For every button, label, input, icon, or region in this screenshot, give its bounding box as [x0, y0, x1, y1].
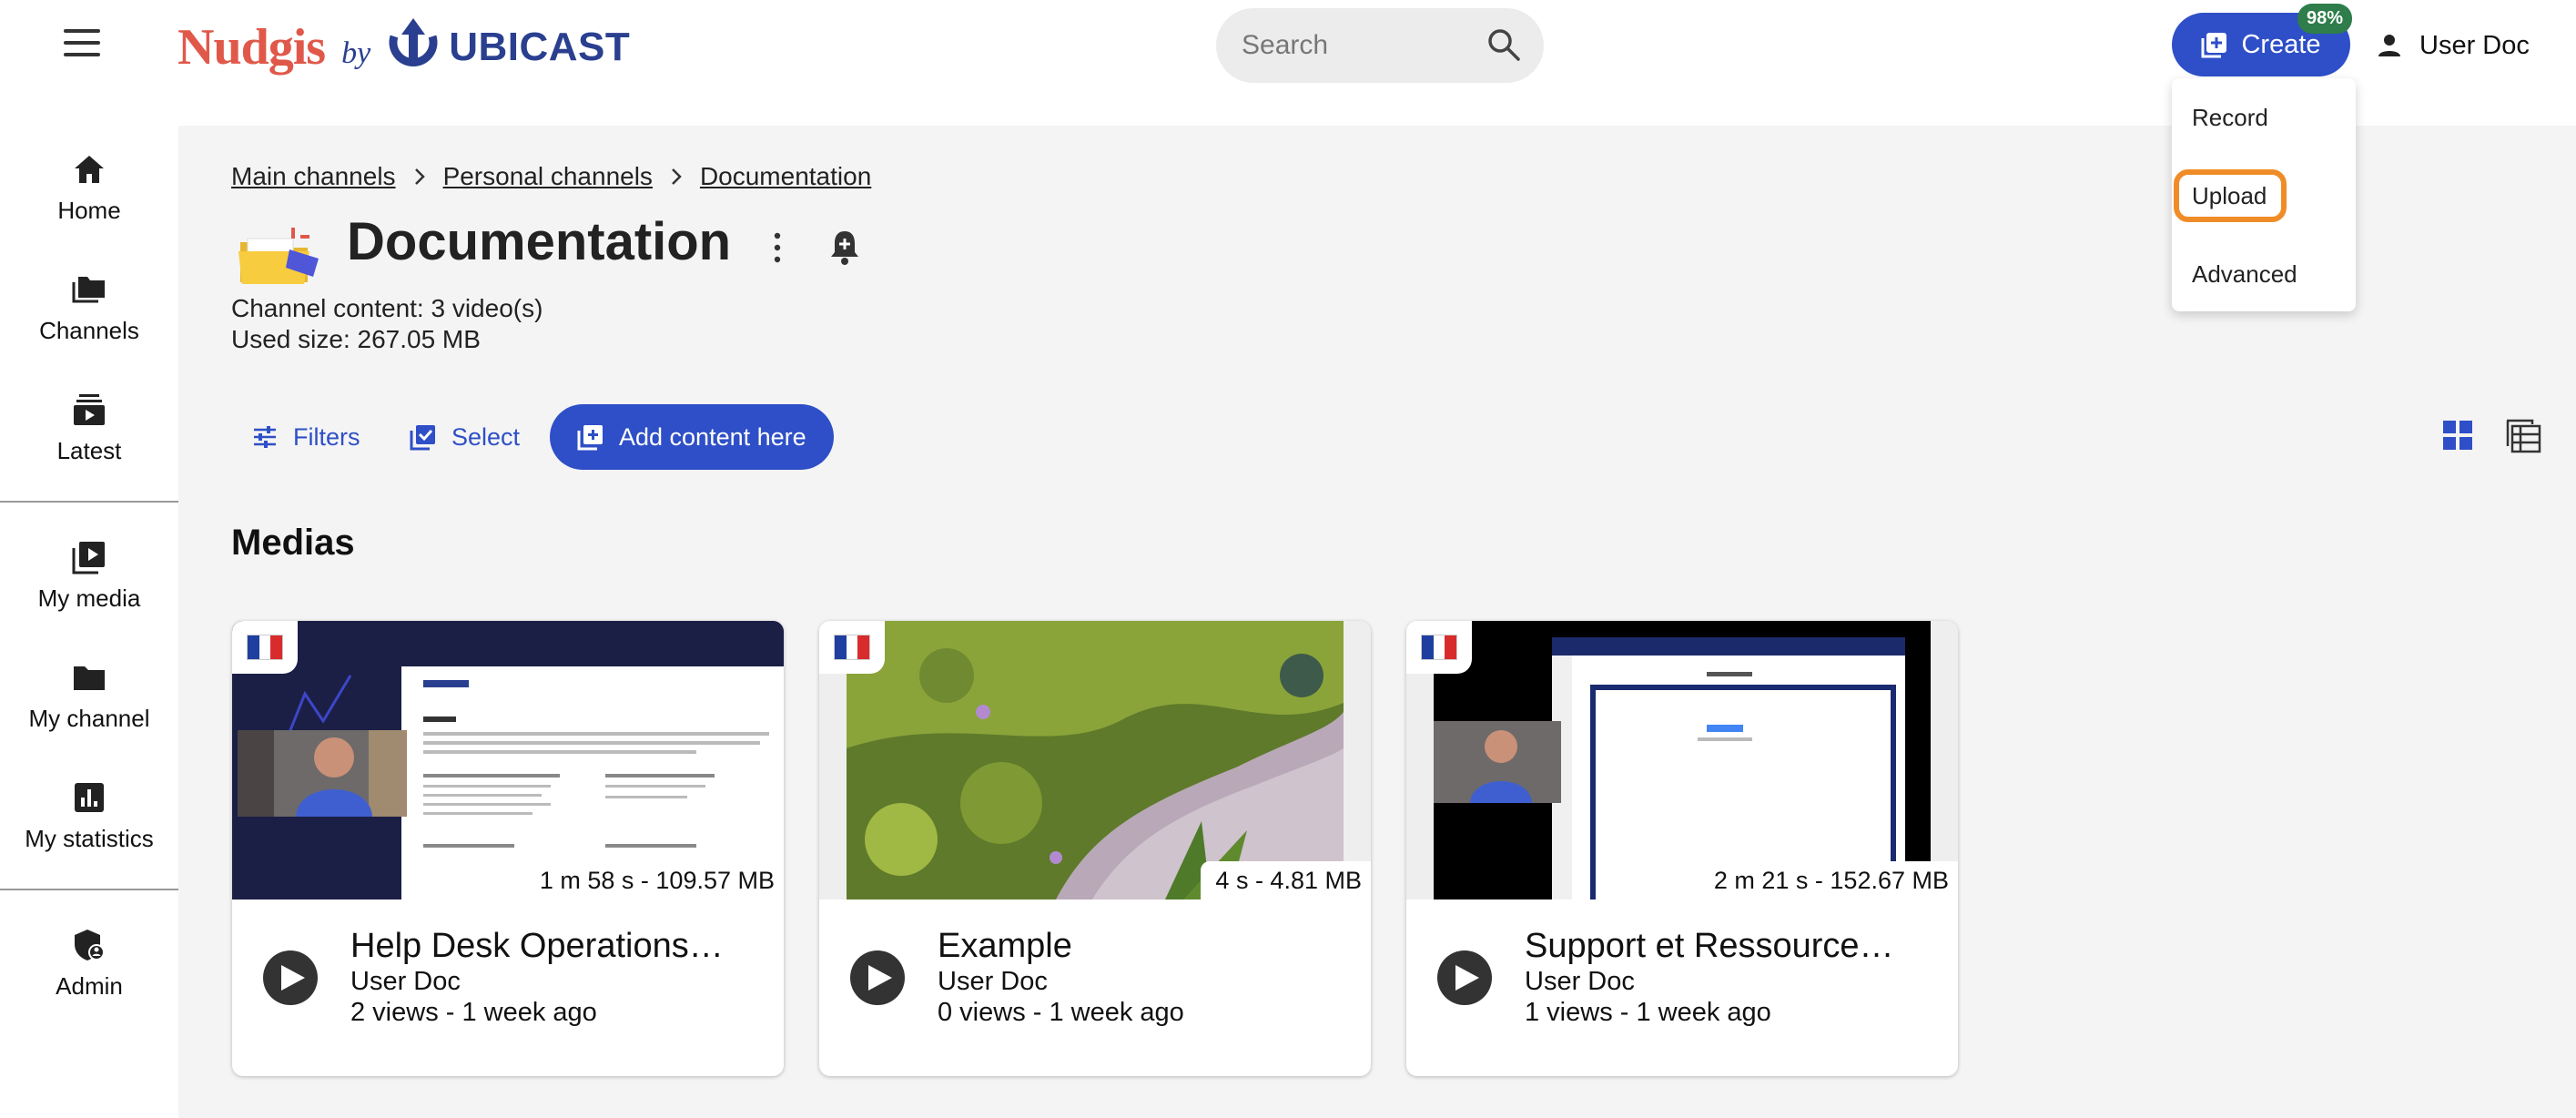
sidebar-divider — [0, 501, 178, 503]
thumbnail-image — [232, 621, 784, 899]
user-menu[interactable]: User Doc — [2376, 24, 2530, 67]
folder-icon — [74, 666, 105, 690]
media-card[interactable]: 2 m 21 s - 152.67 MB Support et Ressourc… — [1406, 621, 1958, 1076]
chevron-right-icon — [414, 168, 425, 185]
sidebar-item-label: My channel — [28, 705, 150, 732]
media-author: User Doc — [1525, 967, 1635, 996]
breadcrumb-personal-channels[interactable]: Personal channels — [443, 162, 653, 191]
play-icon[interactable] — [1437, 950, 1492, 1005]
media-stats: 2 views - 1 week ago — [350, 998, 597, 1027]
select-button[interactable]: Select — [410, 404, 520, 470]
media-card[interactable]: 4 s - 4.81 MB Example User Doc 0 views -… — [819, 621, 1371, 1076]
media-thumbnail[interactable] — [819, 621, 1371, 899]
breadcrumb-main-channels[interactable]: Main channels — [231, 162, 396, 191]
home-icon — [75, 156, 104, 183]
upload-progress-badge: 98% — [2297, 4, 2353, 34]
add-content-label: Add content here — [619, 422, 806, 451]
sidebar-item-label: Latest — [56, 437, 122, 464]
my-media-icon — [72, 542, 105, 574]
channel-meta: Channel content: 3 video(s) Used size: 2… — [231, 293, 543, 355]
media-author: User Doc — [938, 967, 1048, 996]
add-box-icon — [577, 425, 603, 451]
sidebar-item-label: Channels — [39, 317, 139, 344]
sidebar-item-home[interactable]: Home — [0, 138, 178, 239]
sidebar-item-my-statistics[interactable]: My statistics — [0, 767, 178, 867]
french-flag-icon — [1421, 635, 1457, 660]
thumbnail-image — [819, 621, 1371, 899]
sidebar-item-label: Home — [57, 197, 121, 224]
play-icon[interactable] — [850, 950, 905, 1005]
sidebar-item-latest[interactable]: Latest — [0, 379, 178, 479]
media-duration-size: 4 s - 4.81 MB — [1201, 861, 1371, 899]
sidebar-item-my-media[interactable]: My media — [0, 526, 178, 626]
breadcrumb: Main channels Personal channels Document… — [231, 162, 871, 191]
play-icon[interactable] — [263, 950, 318, 1005]
media-thumbnail[interactable] — [232, 621, 784, 899]
channel-used-size: Used size: 267.05 MB — [231, 325, 481, 353]
language-flag — [819, 621, 885, 674]
sidebar-item-my-channel[interactable]: My channel — [0, 646, 178, 747]
media-author: User Doc — [350, 967, 461, 996]
filters-label: Filters — [293, 422, 360, 451]
media-title[interactable]: Support et Ressource… — [1525, 927, 1934, 966]
logo-brand: Nudgis — [177, 19, 326, 76]
grid-view-icon[interactable] — [2441, 419, 2474, 452]
create-label: Create — [2241, 29, 2321, 59]
media-stats: 1 views - 1 week ago — [1525, 998, 1771, 1027]
user-name: User Doc — [2419, 30, 2530, 60]
checkbox-icon — [410, 425, 435, 451]
chevron-right-icon — [672, 168, 682, 185]
menu-item-record[interactable]: Record — [2192, 104, 2268, 132]
add-content-button[interactable]: Add content here — [550, 404, 834, 470]
admin-shield-icon — [75, 930, 105, 960]
french-flag-icon — [834, 635, 870, 660]
sidebar-item-label: Admin — [56, 972, 123, 1000]
menu-item-upload[interactable]: Upload — [2174, 169, 2287, 222]
media-thumbnail[interactable] — [1406, 621, 1958, 899]
logo-by: by — [341, 36, 371, 70]
channels-icon — [72, 277, 105, 303]
sidebar-item-channels[interactable]: Channels — [0, 259, 178, 359]
logo-company: UBICAST — [449, 25, 631, 69]
media-title[interactable]: Help Desk Operations… — [350, 927, 760, 966]
latest-icon — [74, 394, 105, 425]
person-icon — [2378, 35, 2400, 56]
create-dropdown-menu: Record Upload Advanced — [2172, 78, 2356, 311]
menu-item-advanced[interactable]: Advanced — [2192, 260, 2297, 289]
sidebar: Home Channels Latest My media My channel — [0, 126, 178, 1118]
section-title-medias: Medias — [231, 523, 355, 563]
filters-icon — [254, 426, 276, 448]
media-stats: 0 views - 1 week ago — [938, 998, 1184, 1027]
sidebar-item-admin[interactable]: Admin — [0, 914, 178, 1014]
channel-folder-icon — [238, 228, 319, 284]
channel-content-count: Channel content: 3 video(s) — [231, 294, 543, 322]
page-title: Documentation — [347, 212, 732, 271]
menu-icon[interactable] — [64, 29, 100, 60]
media-title[interactable]: Example — [938, 927, 1347, 966]
ubicast-logo-icon — [389, 18, 438, 67]
search-input[interactable] — [1242, 8, 1478, 83]
sidebar-item-label: My media — [37, 584, 141, 612]
media-duration-size: 2 m 21 s - 152.67 MB — [1699, 861, 1958, 899]
table-view-icon[interactable] — [2505, 419, 2541, 453]
sidebar-item-label: My statistics — [25, 825, 154, 852]
french-flag-icon — [247, 635, 283, 660]
thumbnail-image — [1406, 621, 1958, 899]
media-duration-size: 1 m 58 s - 109.57 MB — [524, 861, 784, 899]
language-flag — [232, 621, 298, 674]
search-icon[interactable] — [1486, 26, 1522, 63]
breadcrumb-documentation[interactable]: Documentation — [700, 162, 871, 191]
add-box-icon — [2201, 33, 2227, 58]
statistics-icon — [75, 783, 104, 812]
filters-button[interactable]: Filters — [251, 404, 360, 470]
search-box[interactable] — [1216, 8, 1544, 83]
notification-bell-icon[interactable] — [827, 228, 863, 266]
language-flag — [1406, 621, 1472, 674]
select-label: Select — [451, 422, 521, 451]
sidebar-divider — [0, 889, 178, 890]
media-card[interactable]: 1 m 58 s - 109.57 MB Help Desk Operation… — [232, 621, 784, 1076]
more-options-icon[interactable] — [768, 229, 786, 266]
logo[interactable]: Nudgis by UBICAST — [177, 11, 630, 84]
